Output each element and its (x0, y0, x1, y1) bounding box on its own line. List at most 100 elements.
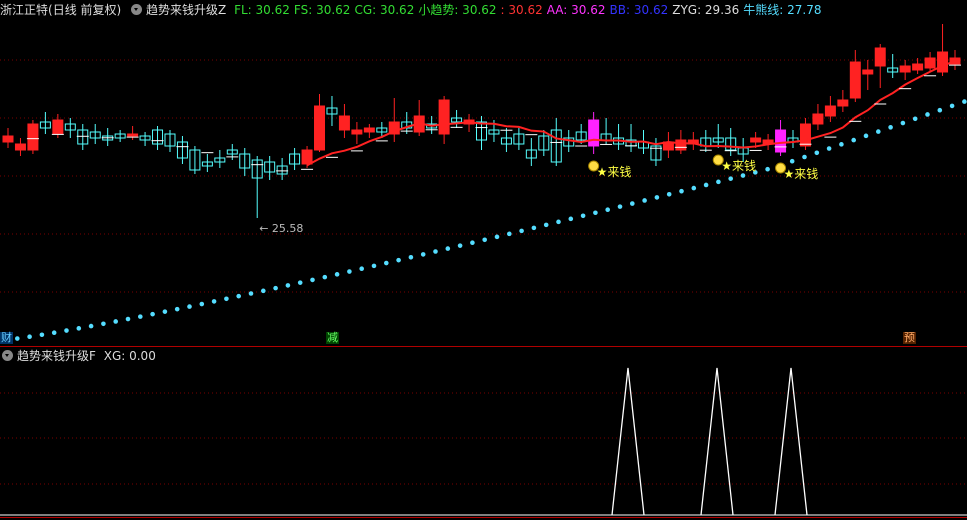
support-dot (76, 326, 82, 331)
support-dot (14, 336, 20, 341)
xg-signal-spike (611, 367, 645, 516)
support-dot (789, 158, 795, 164)
support-dot (543, 222, 549, 228)
signal-label: ★来钱 (721, 158, 756, 173)
event-marker-yu[interactable]: 预 (903, 332, 916, 344)
signal-label: ★来钱 (597, 164, 632, 179)
candle (52, 119, 64, 135)
support-dot (519, 228, 524, 234)
support-dot (101, 321, 106, 327)
support-dot (765, 166, 770, 172)
support-dot (396, 257, 401, 263)
support-dot (703, 182, 709, 188)
candle (775, 129, 787, 153)
support-dot (297, 280, 303, 285)
candle (899, 65, 911, 73)
candle (301, 149, 313, 165)
support-dot (863, 133, 869, 139)
support-dot (224, 296, 229, 302)
candle (363, 127, 375, 133)
support-dot (285, 283, 291, 288)
candle (588, 119, 600, 147)
support-dot (408, 254, 414, 260)
support-dot (433, 249, 438, 254)
support-dot (605, 207, 610, 212)
low-price-label: ← 25.58 (259, 222, 303, 235)
support-dot (642, 198, 647, 203)
candle (14, 143, 26, 151)
support-dot (322, 274, 328, 280)
support-dot (716, 179, 721, 185)
support-dot (347, 269, 352, 274)
signal-label: ★来钱 (784, 166, 819, 181)
candle (799, 123, 811, 147)
candle (338, 115, 350, 131)
candle (824, 105, 836, 117)
candle (874, 47, 886, 67)
support-dot (568, 216, 574, 222)
candle (2, 135, 14, 143)
support-dot (88, 323, 94, 329)
support-dot (211, 299, 217, 304)
support-dot (138, 314, 143, 319)
support-dot (900, 120, 906, 126)
support-dot (617, 204, 623, 209)
support-dot (39, 332, 45, 338)
support-dot (125, 316, 131, 322)
support-dot (187, 304, 192, 309)
candle (127, 133, 139, 137)
support-dot (556, 219, 561, 225)
support-dot (507, 231, 512, 237)
support-dot (150, 311, 155, 317)
support-dot (384, 260, 389, 266)
event-marker-jian[interactable]: 减 (326, 332, 339, 344)
support-dot (420, 252, 426, 257)
candle (837, 99, 849, 107)
support-dot (654, 195, 660, 200)
support-dot (334, 272, 340, 277)
support-dot (470, 240, 475, 246)
candle (937, 51, 949, 73)
support-dot (261, 288, 266, 294)
support-dot (937, 107, 943, 113)
event-marker-cai[interactable]: 财 (0, 332, 13, 344)
support-dot (27, 334, 32, 340)
support-dot (826, 146, 832, 151)
support-dot (630, 201, 635, 206)
candle (849, 61, 861, 99)
support-dot (162, 309, 168, 314)
support-dot (51, 330, 57, 335)
support-dot (679, 188, 684, 194)
support-dot (359, 266, 365, 272)
xg-signal-spike (700, 367, 734, 516)
support-dot (113, 319, 118, 324)
candle (314, 105, 326, 151)
support-dot (174, 306, 180, 312)
candle (438, 99, 450, 135)
support-dot (728, 176, 733, 181)
candle (675, 139, 687, 151)
candle (750, 137, 762, 143)
support-dot (273, 285, 278, 291)
support-dot (740, 173, 746, 178)
support-dot (248, 291, 254, 296)
support-dot (580, 213, 586, 219)
support-dot (851, 137, 856, 143)
support-dot (236, 293, 241, 299)
support-dot (691, 185, 697, 191)
candle (912, 63, 924, 71)
support-dot (839, 142, 844, 147)
candle (27, 123, 39, 151)
support-dot (199, 301, 205, 307)
support-dot (494, 234, 500, 240)
candle (924, 57, 936, 69)
support-dot (925, 112, 930, 117)
support-dot (457, 243, 463, 248)
support-dot (949, 103, 955, 109)
support-dot (814, 150, 820, 156)
support-dot (64, 328, 69, 333)
candle (862, 69, 874, 75)
support-dot (962, 99, 967, 104)
stock-chart[interactable]: ← 25.58 ★来钱 ★来钱 ★来钱 (0, 0, 967, 520)
support-dot (802, 154, 807, 160)
